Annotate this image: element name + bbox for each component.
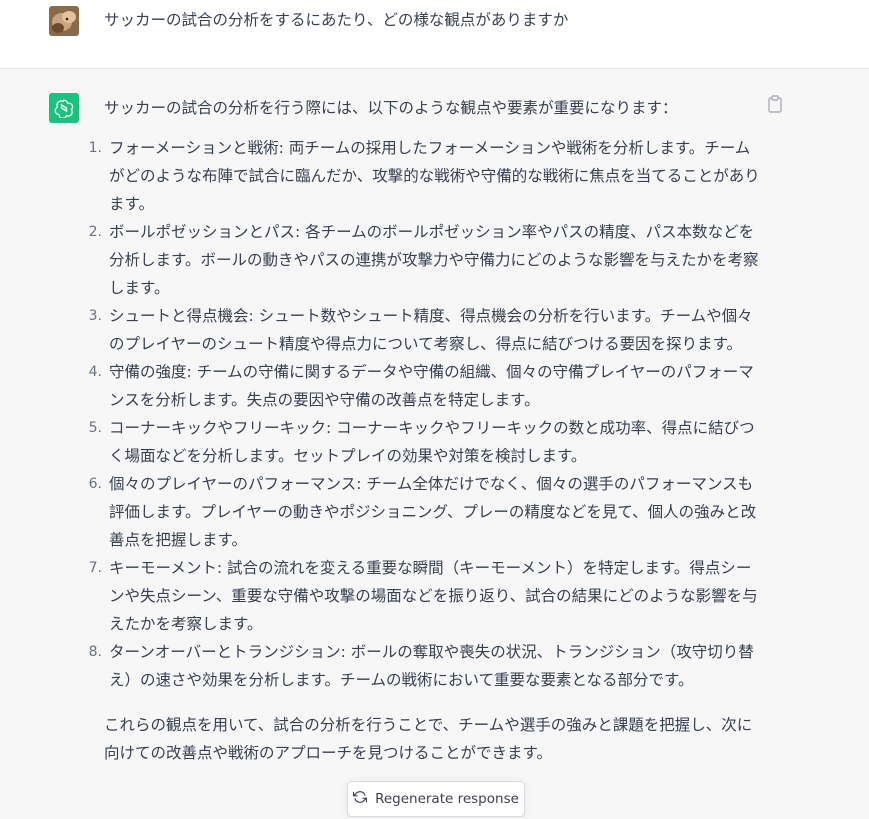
- list-item-text: フォーメーションと戦術: 両チームの採用したフォーメーションや戦術を分析します。…: [109, 139, 760, 213]
- clipboard-icon[interactable]: [767, 95, 783, 113]
- list-item: 1. フォーメーションと戦術: 両チームの採用したフォーメーションや戦術を分析しま…: [89, 134, 764, 218]
- list-item-text: ボールポゼッションとパス: 各チームのボールポゼッション率やパスの精度、パス本数…: [109, 223, 759, 297]
- list-number: 6.: [88, 476, 102, 492]
- regenerate-label: Regenerate response: [375, 791, 519, 807]
- list-item-text: シュートと得点機会: シュート数やシュート精度、得点機会の分析を行います。チーム…: [109, 307, 753, 353]
- list-item-text: キーモーメント: 試合の流れを変える重要な瞬間（キーモーメント）を特定します。得…: [109, 559, 758, 633]
- list-item-text: 個々のプレイヤーのパフォーマンス: チーム全体だけでなく、個々の選手のパフォーマ…: [109, 475, 757, 549]
- user-avatar: [49, 6, 79, 36]
- list-number: 2.: [88, 224, 102, 240]
- list-item: 5. コーナーキックやフリーキック: コーナーキックやフリーキックの数と成功率、得…: [89, 414, 764, 470]
- list-item: 4. 守備の強度: チームの守備に関するデータや守備の組織、個々の守備プレイヤーの…: [89, 358, 764, 414]
- list-item: 2. ボールポゼッションとパス: 各チームのボールポゼッション率やパスの精度、パス…: [89, 218, 764, 302]
- regenerate-response-button[interactable]: Regenerate response: [347, 781, 525, 817]
- assistant-message: サッカーの試合の分析を行う際には、以下のような観点や要素が重要になります： 1.…: [0, 69, 869, 819]
- list-number: 7.: [88, 560, 102, 576]
- list-item-text: 守備の強度: チームの守備に関するデータや守備の組織、個々の守備プレイヤーのパフ…: [109, 363, 754, 409]
- user-message: サッカーの試合の分析をするにあたり、どの様な観点がありますか: [0, 0, 869, 69]
- list-item: 7. キーモーメント: 試合の流れを変える重要な瞬間（キーモーメント）を特定します…: [89, 554, 764, 638]
- refresh-icon: [353, 790, 368, 808]
- response-conclusion: これらの観点を用いて、試合の分析を行うことで、チームや選手の強みと課題を把握し、…: [104, 716, 753, 762]
- openai-logo-icon: [49, 93, 79, 123]
- list-item-text: ターンオーバーとトランジション: ボールの奪取や喪失の状況、トランジション（攻守…: [109, 643, 754, 689]
- user-message-text: サッカーの試合の分析をするにあたり、どの様な観点がありますか: [104, 11, 569, 29]
- list-number: 3.: [88, 308, 102, 324]
- list-number: 5.: [88, 420, 102, 436]
- analysis-points-list: 1. フォーメーションと戦術: 両チームの採用したフォーメーションや戦術を分析しま…: [89, 134, 764, 694]
- list-number: 4.: [88, 364, 102, 380]
- list-number: 8.: [88, 644, 102, 660]
- response-intro: サッカーの試合の分析を行う際には、以下のような観点や要素が重要になります：: [104, 99, 678, 117]
- list-item: 8. ターンオーバーとトランジション: ボールの奪取や喪失の状況、トランジション（…: [89, 638, 764, 694]
- assistant-response: サッカーの試合の分析を行う際には、以下のような観点や要素が重要になります： 1.…: [89, 94, 764, 767]
- list-item: 6. 個々のプレイヤーのパフォーマンス: チーム全体だけでなく、個々の選手のパフォ…: [89, 470, 764, 554]
- list-item-text: コーナーキックやフリーキック: コーナーキックやフリーキックの数と成功率、得点に…: [109, 419, 755, 465]
- list-number: 1.: [88, 140, 102, 156]
- list-item: 3. シュートと得点機会: シュート数やシュート精度、得点機会の分析を行います。チ…: [89, 302, 764, 358]
